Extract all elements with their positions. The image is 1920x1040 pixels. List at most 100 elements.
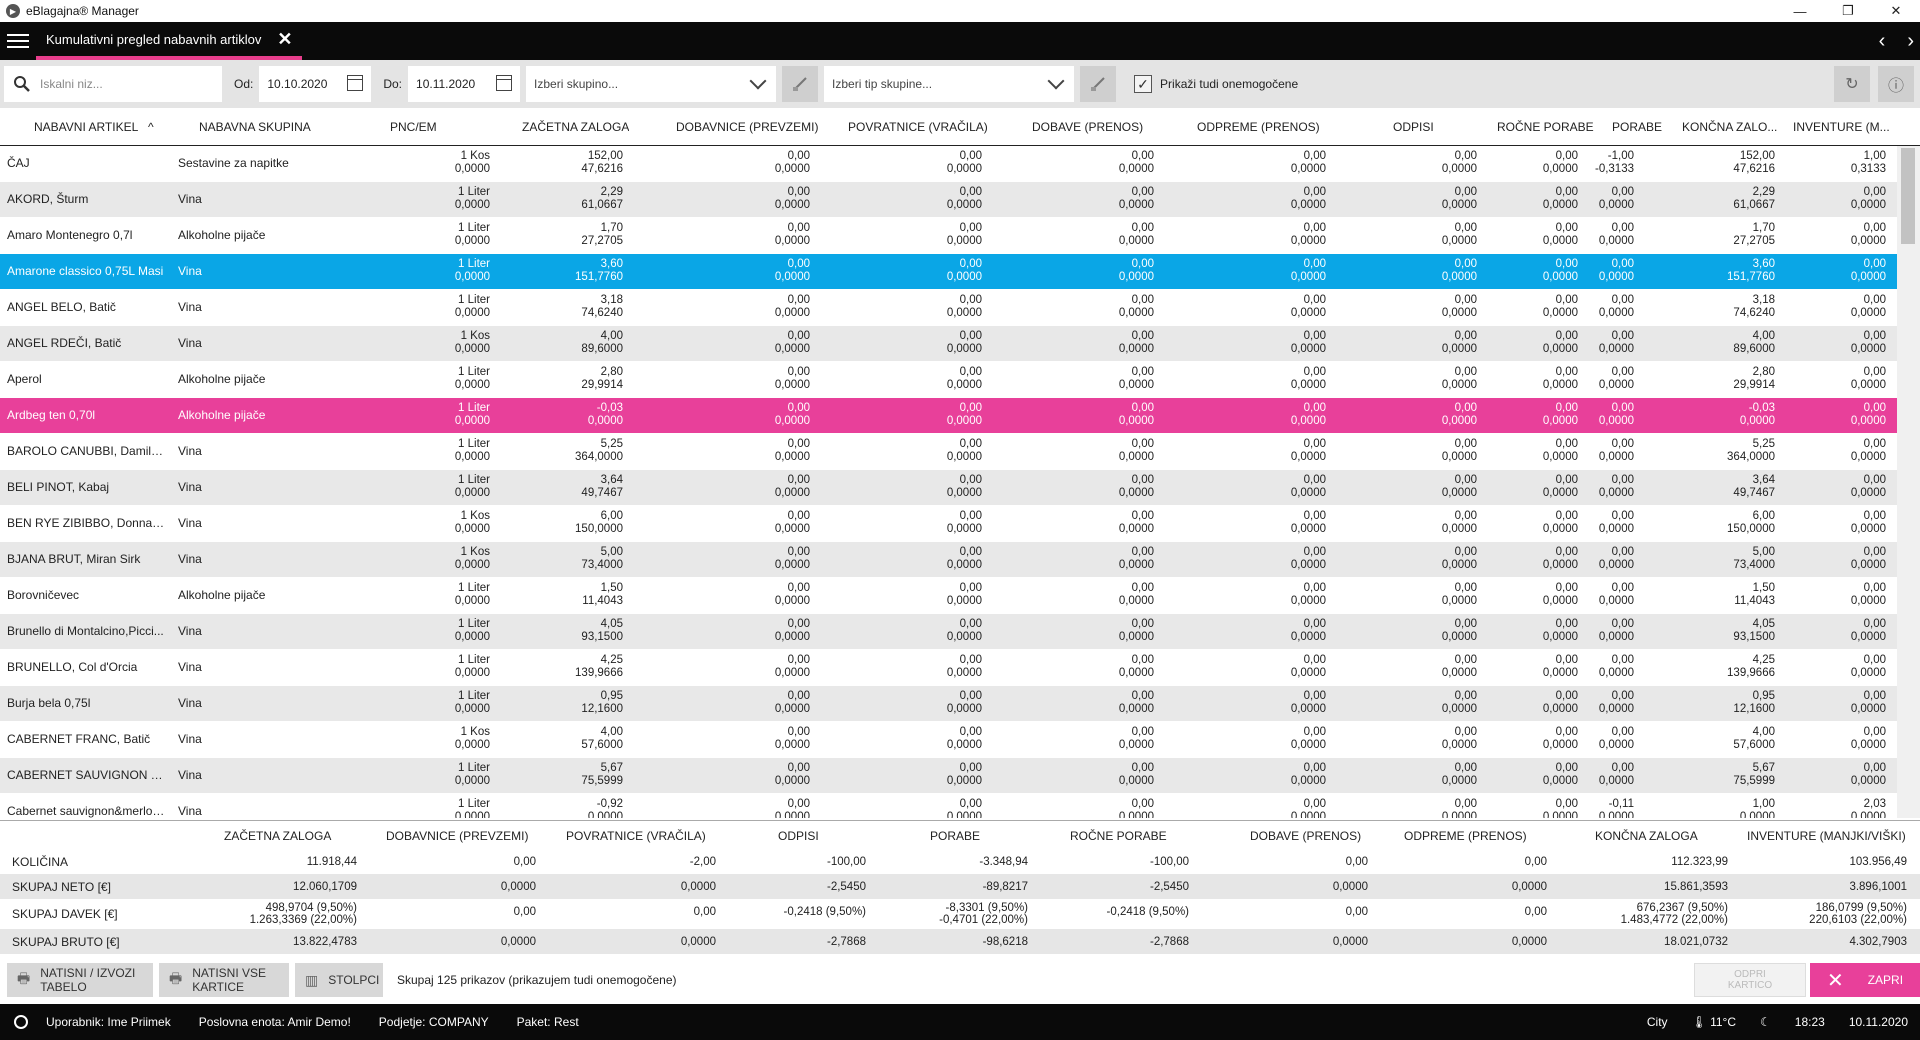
- tab-kumulativni-pregled[interactable]: Kumulativni pregled nabavnih artiklov ✕: [36, 22, 303, 60]
- minimize-button[interactable]: —: [1776, 0, 1824, 22]
- cell-value: 0,00 0,0000: [947, 402, 985, 428]
- table-row[interactable]: BELI PINOT, Kabaj Vina 1 Liter 0,0000 3,64 49…: [0, 470, 1897, 506]
- table-row[interactable]: Aperol Alkoholne pijače 1 Liter 0,0000 2,80 2…: [0, 362, 1897, 398]
- clear-group-button[interactable]: [782, 66, 819, 102]
- close-button[interactable]: ✕ ZAPRI: [1810, 963, 1920, 997]
- cell-value: 0,00 0,0000: [1543, 438, 1581, 464]
- next-arrow-icon[interactable]: ›: [1907, 30, 1914, 53]
- cell-value: 0,00 0,0000: [1119, 726, 1157, 752]
- cell-value-amount: 0,0000: [1290, 775, 1326, 787]
- cell-value: 1 Kos 0,0000: [455, 546, 493, 572]
- totals-value-line: 0,0000: [680, 936, 716, 948]
- table-row[interactable]: Burja bela 0,75l Vina 1 Liter 0,0000 0,95 12,…: [0, 686, 1897, 722]
- table-row[interactable]: BJANA BRUT, Miran Sirk Vina 1 Kos 0,0000 5,0…: [0, 542, 1897, 578]
- maximize-button[interactable]: ❐: [1824, 0, 1872, 22]
- cell-value-qty: -0,03: [1748, 402, 1775, 414]
- calendar-icon[interactable]: [496, 75, 513, 91]
- column-header[interactable]: PNC/EM: [390, 120, 437, 134]
- table-row[interactable]: BAROLO CANUBBI, Damilano Vina 1 Liter 0,000…: [0, 434, 1897, 470]
- table-row[interactable]: ANGEL BELO, Batič Vina 1 Liter 0,0000 3,18 74…: [0, 290, 1897, 326]
- close-window-button[interactable]: ✕: [1872, 0, 1920, 22]
- close-tab-icon[interactable]: ✕: [277, 29, 292, 50]
- table-row[interactable]: BRUNELLO, Col d'Orcia Vina 1 Liter 0,0000 4,…: [0, 650, 1897, 686]
- table-row[interactable]: ČAJ Sestavine za napitke 1 Kos 0,0000 152,00…: [0, 146, 1897, 182]
- cell-value-qty: 1,00: [1752, 798, 1775, 810]
- cell-value-qty: 4,00: [1752, 726, 1775, 738]
- cell-value: 4,05 93,1500: [581, 618, 626, 644]
- checkbox-checked-icon[interactable]: ✓: [1134, 75, 1153, 93]
- calendar-icon[interactable]: [347, 75, 364, 91]
- print-all-cards-button[interactable]: 🖶 NATISNI VSE KARTICE: [159, 963, 289, 997]
- cell-value-qty: 0,00: [1611, 762, 1634, 774]
- table-row[interactable]: Brunello di Montalcino,Picci... Vina 1 Lit…: [0, 614, 1897, 650]
- cell-value-amount: 0,0000: [774, 307, 810, 319]
- table-row[interactable]: Amarone classico 0,75L Masi Vina 1 Liter 0,…: [0, 254, 1897, 290]
- table-row[interactable]: Ardbeg ten 0,70l Alkoholne pijače 1 Liter 0…: [0, 398, 1897, 434]
- print-export-button[interactable]: 🖶 NATISNI / IZVOZI TABELO: [7, 963, 153, 997]
- column-header[interactable]: POVRATNICE (VRAČILA): [848, 120, 988, 134]
- totals-value-line: -0,2418 (9,50%): [1106, 906, 1189, 918]
- table-row[interactable]: Amaro Montenegro 0,7l Alkoholne pijače 1 L…: [0, 218, 1897, 254]
- menu-icon[interactable]: [0, 22, 36, 60]
- cell-value: 6,00 150,0000: [1727, 510, 1778, 536]
- cell-value-amount: 89,6000: [581, 343, 623, 355]
- cell-value-qty: 0,00: [1611, 546, 1634, 558]
- chevron-down-icon: [1047, 72, 1065, 90]
- cell-value-qty: 0,00: [959, 690, 982, 702]
- column-header[interactable]: INVENTURE (M...: [1793, 120, 1890, 134]
- table-row[interactable]: BEN RYE ZIBIBBO, Donnafu... Vina 1 Kos 0,00…: [0, 506, 1897, 542]
- table-row[interactable]: AKORD, Šturm Vina 1 Liter 0,0000 2,29 61,0667…: [0, 182, 1897, 218]
- cell-article: Burja bela 0,75l: [7, 696, 91, 710]
- column-header[interactable]: DOBAVNICE (PREVZEMI): [676, 120, 818, 134]
- table-row[interactable]: CABERNET SAUVIGNON TU... Vina 1 Liter 0,000…: [0, 758, 1897, 794]
- group-type-select[interactable]: Izberi tip skupine...: [824, 66, 1075, 102]
- cell-value-amount: 0,0000: [1598, 379, 1634, 391]
- group-select[interactable]: Izberi skupino...: [526, 66, 777, 102]
- prev-arrow-icon[interactable]: ‹: [1879, 30, 1886, 53]
- cell-value-amount: 12,1600: [581, 703, 623, 715]
- column-header[interactable]: ODPREME (PRENOS): [1197, 120, 1320, 134]
- cell-value-amount: 11,4043: [582, 595, 623, 607]
- cell-value-qty: 0,00: [1611, 366, 1634, 378]
- column-header[interactable]: NABAVNI ARTIKEL: [34, 120, 138, 134]
- date-to-input[interactable]: 10.11.2020: [408, 66, 521, 102]
- status-right: City 🌡 11°C ☾ 18:23 10.11.2020: [1647, 1004, 1908, 1040]
- open-card-button[interactable]: ODPRI KARTICO: [1694, 963, 1806, 997]
- column-header[interactable]: ZAČETNA ZALOGA: [522, 120, 629, 134]
- columns-button[interactable]: ▥ STOLPCI: [295, 963, 383, 997]
- cell-value-amount: 151,7760: [575, 271, 623, 283]
- column-header[interactable]: KONČNA ZALO...: [1682, 120, 1777, 134]
- search-input[interactable]: Iskalni niz...: [40, 77, 103, 91]
- table-row[interactable]: Borovničevec Alkoholne pijače 1 Liter 0,000…: [0, 578, 1897, 614]
- table-row[interactable]: CABERNET FRANC, Batič Vina 1 Kos 0,0000 4,00…: [0, 722, 1897, 758]
- clear-group-type-button[interactable]: [1080, 66, 1117, 102]
- search-box[interactable]: Iskalni niz...: [4, 66, 222, 102]
- cell-value-qty: 0,00: [1611, 222, 1634, 234]
- cell-value: 0,00 0,0000: [1291, 798, 1329, 818]
- cell-value-amount: 0,0000: [774, 595, 810, 607]
- cell-value-qty: 4,25: [1752, 654, 1775, 666]
- cell-group: Vina: [178, 660, 202, 674]
- cell-value-amount: 0,0000: [1118, 595, 1154, 607]
- cell-value-qty: 0,00: [1611, 186, 1634, 198]
- sort-ascending-icon[interactable]: ^: [148, 120, 154, 134]
- column-header[interactable]: ODPISI: [1393, 120, 1434, 134]
- vertical-scrollbar[interactable]: [1897, 146, 1920, 818]
- cell-value-amount: 150,0000: [575, 523, 623, 535]
- column-header[interactable]: ROČNE PORABE: [1497, 120, 1594, 134]
- table-row[interactable]: ANGEL RDEČI, Batič Vina 1 Kos 0,0000 4,00 89,…: [0, 326, 1897, 362]
- column-header[interactable]: DOBAVE (PRENOS): [1032, 120, 1143, 134]
- cell-value: 0,00 0,0000: [947, 510, 985, 536]
- cell-value: 0,00 0,0000: [1442, 186, 1480, 212]
- cell-article: BEN RYE ZIBIBBO, Donnafu...: [7, 516, 165, 530]
- column-header[interactable]: PORABE: [1612, 120, 1662, 134]
- info-button[interactable]: ⓘ: [1878, 66, 1914, 102]
- refresh-button[interactable]: ↻: [1834, 66, 1870, 102]
- table-row[interactable]: Cabernet sauvignon&merlot... Vina 1 Liter 0…: [0, 794, 1897, 818]
- cell-value-amount: 0,0000: [1598, 595, 1634, 607]
- scrollbar-thumb[interactable]: [1901, 148, 1915, 244]
- date-from-input[interactable]: 10.10.2020: [259, 66, 372, 102]
- show-disabled-checkbox[interactable]: ✓ Prikaži tudi onemogočene: [1134, 75, 1298, 93]
- totals-value: 0,0000: [501, 881, 536, 893]
- column-header[interactable]: NABAVNA SKUPINA: [199, 120, 311, 134]
